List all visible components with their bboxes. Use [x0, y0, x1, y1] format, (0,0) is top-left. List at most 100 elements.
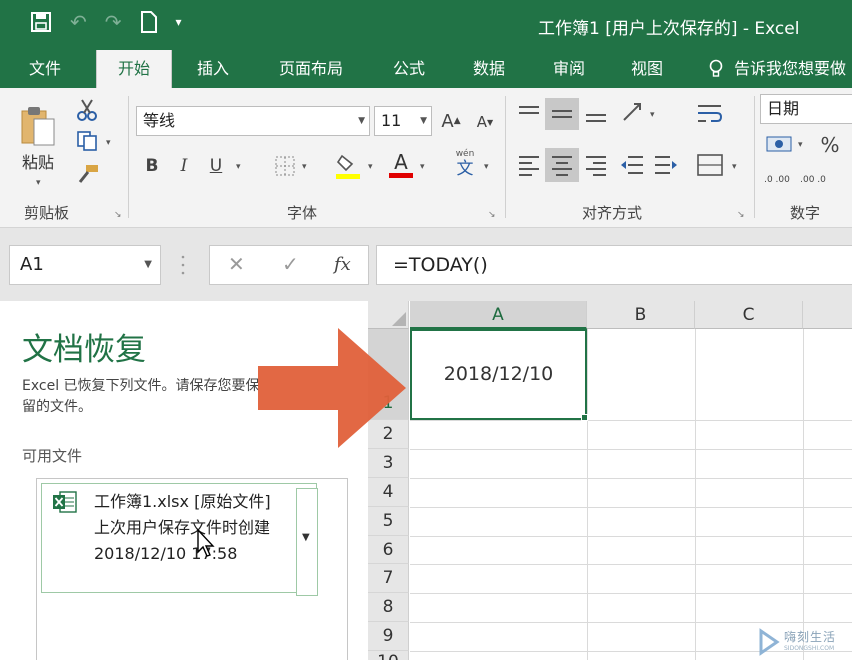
row-header-10[interactable]: 10 [368, 651, 409, 660]
column-header-a[interactable]: A [410, 301, 587, 329]
insert-function-icon[interactable]: fx [334, 254, 351, 275]
number-format-value: 日期 [767, 99, 800, 118]
tab-page-layout[interactable]: 页面布局 [272, 50, 350, 88]
drag-handle-icon[interactable] [181, 254, 185, 276]
fill-color-icon[interactable] [336, 152, 360, 180]
undo-icon[interactable]: ↶ [70, 10, 87, 34]
phonetic-guide-button[interactable]: wén 文 [452, 148, 478, 180]
shrink-font-caret: ▼ [487, 117, 494, 127]
orientation-icon[interactable] [620, 100, 646, 126]
font-name-combobox[interactable]: 等线 ▼ [136, 106, 370, 136]
row-header-8[interactable]: 8 [368, 593, 409, 622]
redo-icon[interactable]: ↷ [105, 10, 122, 34]
file-dropdown-button[interactable]: ▼ [296, 488, 318, 596]
align-center-button[interactable] [545, 148, 579, 182]
new-document-icon[interactable] [140, 11, 158, 33]
chevron-down-icon: ▼ [144, 259, 152, 270]
chevron-down-icon: ▼ [302, 532, 310, 543]
font-launcher-icon[interactable]: ↘ [488, 210, 496, 220]
number-group-label: 数字 [790, 204, 821, 222]
align-center-icon [552, 156, 572, 176]
tab-data[interactable]: 数据 [466, 50, 512, 88]
alignment-launcher-icon[interactable]: ↘ [737, 210, 745, 220]
row-header-3[interactable]: 3 [368, 449, 409, 478]
lightbulb-icon [709, 59, 723, 77]
formula-input[interactable]: =TODAY() [376, 245, 852, 285]
cancel-icon[interactable]: ✕ [228, 252, 245, 276]
save-icon[interactable] [30, 11, 52, 33]
tell-me-search[interactable]: 告诉我您想要做 [734, 50, 852, 88]
row-header-4[interactable]: 4 [368, 478, 409, 507]
increase-decimal-button[interactable]: .0 .00 [764, 168, 790, 192]
cell-a1[interactable]: 2018/12/10 [410, 329, 587, 420]
column-header-b[interactable]: B [587, 301, 695, 329]
orientation-dropdown-icon[interactable]: ▾ [650, 110, 655, 120]
wrap-text-icon[interactable] [697, 102, 723, 126]
middle-align-button[interactable] [545, 98, 579, 130]
phonetic-pinyin: wén [455, 149, 475, 159]
enter-icon[interactable]: ✓ [282, 252, 299, 276]
recovered-file-item[interactable]: 工作簿1.xlsx [原始文件] 上次用户保存文件时创建 2018/12/10 … [41, 483, 318, 596]
copy-icon[interactable] [76, 130, 98, 152]
increase-indent-icon[interactable] [654, 154, 678, 176]
window-title: 工作簿1 [用户上次保存的] - Excel [538, 19, 800, 39]
worksheet-grid[interactable]: A B C 1 2 3 4 5 6 7 8 9 10 2018/12/10 [368, 301, 852, 660]
excel-file-icon [53, 491, 77, 513]
align-right-icon[interactable] [585, 154, 607, 176]
font-color-dropdown-icon[interactable]: ▾ [420, 162, 425, 172]
cut-icon[interactable] [76, 98, 98, 122]
paste-dropdown-icon[interactable]: ▾ [36, 178, 41, 188]
decrease-indent-icon[interactable] [620, 154, 644, 176]
row-header-7[interactable]: 7 [368, 564, 409, 593]
tab-formulas[interactable]: 公式 [386, 50, 432, 88]
middle-align-icon [552, 110, 572, 118]
italic-button[interactable]: I [172, 152, 196, 180]
row-header-5[interactable]: 5 [368, 507, 409, 536]
borders-dropdown-icon[interactable]: ▾ [302, 162, 307, 172]
fill-color-dropdown-icon[interactable]: ▾ [368, 162, 373, 172]
phonetic-char: 文 [456, 159, 474, 179]
column-header-c[interactable]: C [695, 301, 803, 329]
phonetic-dropdown-icon[interactable]: ▾ [484, 162, 489, 172]
format-painter-icon[interactable] [76, 164, 100, 184]
gridline [410, 449, 852, 450]
clipboard-launcher-icon[interactable]: ↘ [114, 210, 122, 220]
watermark-text: 嗨刻生活 [784, 630, 837, 644]
row-header-9[interactable]: 9 [368, 622, 409, 651]
tab-review[interactable]: 审阅 [546, 50, 592, 88]
font-size-combobox[interactable]: 11 ▼ [374, 106, 432, 136]
recovered-file-list: 工作簿1.xlsx [原始文件] 上次用户保存文件时创建 2018/12/10 … [36, 478, 348, 660]
borders-icon[interactable] [274, 155, 296, 177]
merge-dropdown-icon[interactable]: ▾ [732, 162, 737, 172]
font-color-button[interactable]: A [388, 148, 414, 180]
bottom-align-icon[interactable] [585, 104, 607, 124]
paste-button[interactable]: 粘贴 [14, 98, 62, 178]
accounting-format-icon[interactable] [766, 134, 792, 156]
shrink-font-button[interactable]: A ▼ [474, 110, 496, 134]
merge-center-icon[interactable] [697, 152, 723, 178]
name-box[interactable]: A1 ▼ [9, 245, 161, 285]
tab-insert[interactable]: 插入 [190, 50, 236, 88]
grow-font-button[interactable]: A ▲ [440, 108, 462, 134]
decrease-decimal-button[interactable]: .00 .0 [800, 168, 826, 192]
align-left-icon[interactable] [518, 154, 540, 176]
tab-file[interactable]: 文件 [22, 50, 68, 88]
percent-style-button[interactable]: % [816, 132, 844, 158]
font-size-value: 11 [381, 111, 402, 130]
tab-view[interactable]: 视图 [624, 50, 670, 88]
underline-dropdown-icon[interactable]: ▾ [236, 162, 241, 172]
customize-qat-icon[interactable]: ▾ [176, 10, 182, 34]
underline-button[interactable]: U [204, 152, 228, 180]
font-color-bar [389, 172, 413, 178]
column-header-d[interactable] [803, 301, 852, 329]
group-separator [754, 96, 755, 218]
bold-button[interactable]: B [140, 152, 164, 180]
top-align-icon[interactable] [518, 104, 540, 124]
tab-home[interactable]: 开始 [96, 50, 172, 88]
fill-handle[interactable] [581, 414, 588, 421]
number-format-combobox[interactable]: 日期 [760, 94, 852, 124]
copy-dropdown-icon[interactable]: ▾ [106, 138, 111, 148]
font-name-value: 等线 [143, 111, 176, 130]
accounting-dropdown-icon[interactable]: ▾ [798, 140, 803, 150]
row-header-6[interactable]: 6 [368, 536, 409, 564]
